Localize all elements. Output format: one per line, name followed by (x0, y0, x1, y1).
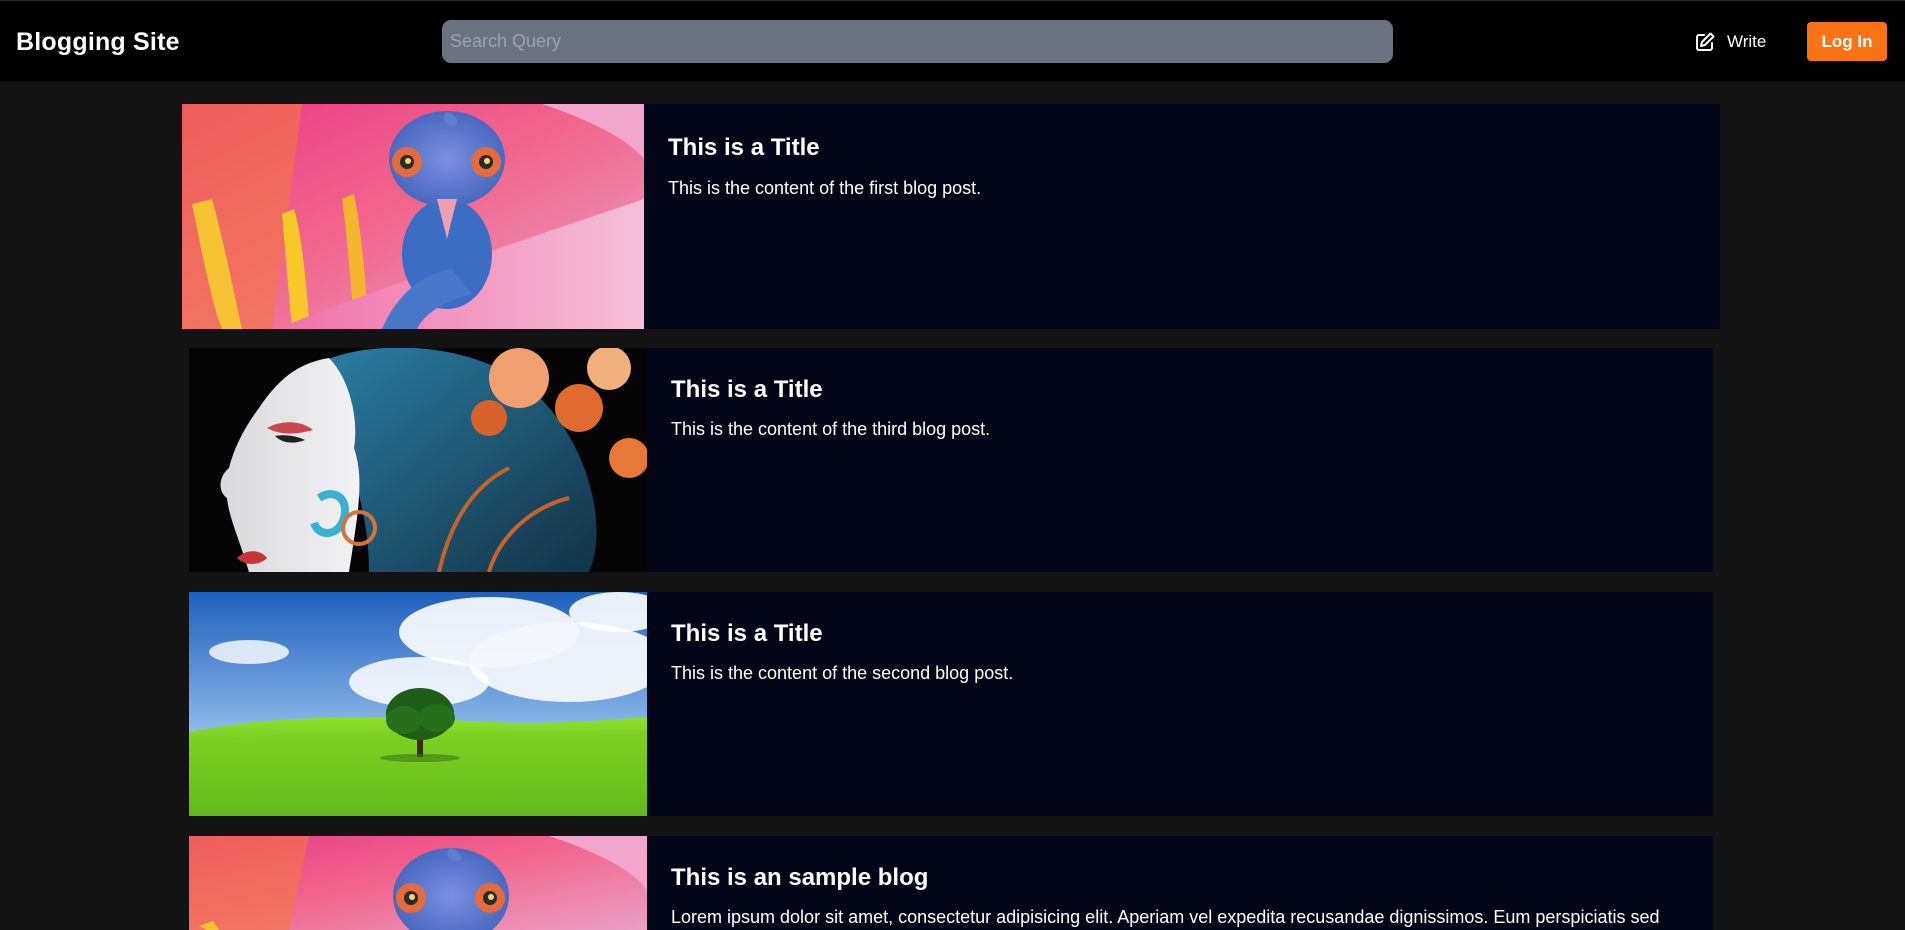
write-button[interactable]: Write (1695, 26, 1766, 58)
post-content: Lorem ipsum dolor sit amet, consectetur … (671, 907, 1660, 927)
post-content: This is the content of the second blog p… (671, 663, 1014, 683)
login-button[interactable]: Log In (1807, 22, 1887, 61)
post-thumbnail-woman-headdress (189, 348, 647, 572)
blog-post-card[interactable]: This is an sample blog Lorem ipsum dolor… (189, 836, 1713, 930)
post-title[interactable]: This is a Title (671, 376, 823, 404)
post-title[interactable]: This is a Title (671, 620, 823, 648)
post-thumbnail-chameleon (182, 104, 644, 329)
search-input[interactable] (442, 20, 1393, 63)
top-navbar: Blogging Site Write Log In (0, 0, 1905, 81)
site-brand[interactable]: Blogging Site (16, 28, 180, 57)
post-title[interactable]: This is a Title (668, 134, 820, 162)
edit-icon (1695, 32, 1715, 52)
post-content: This is the content of the first blog po… (668, 178, 982, 198)
blog-post-card[interactable]: This is a Title This is the content of t… (182, 104, 1720, 329)
blog-post-card[interactable]: This is a Title This is the content of t… (189, 348, 1713, 572)
post-thumbnail-tree-landscape (189, 592, 647, 816)
write-label: Write (1727, 32, 1767, 51)
post-thumbnail-chameleon (189, 836, 647, 930)
blog-post-card[interactable]: This is a Title This is the content of t… (189, 592, 1713, 816)
post-title[interactable]: This is an sample blog (671, 864, 928, 892)
post-content: This is the content of the third blog po… (671, 419, 991, 439)
